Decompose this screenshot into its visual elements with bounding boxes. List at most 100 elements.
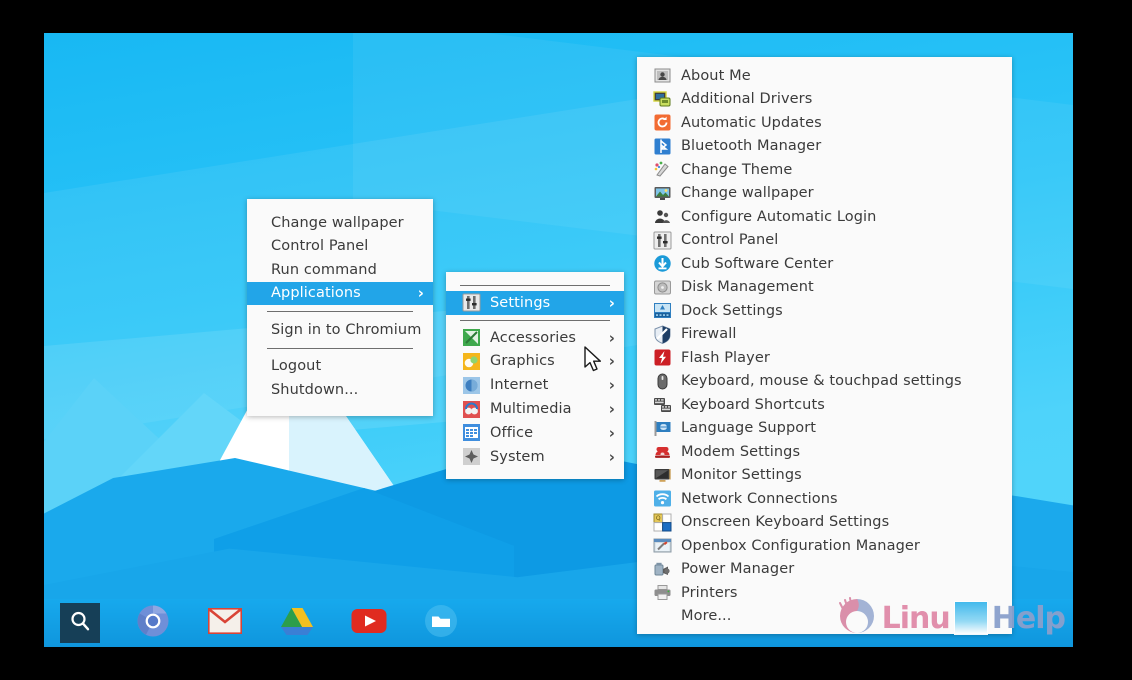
power-manager-icon [653, 560, 672, 579]
language-support-icon [653, 419, 672, 438]
menu-item-modem-settings[interactable]: Modem Settings [637, 440, 1012, 464]
settings-submenu[interactable]: About Me Additional Drivers Automatic Up… [637, 57, 1012, 634]
menu-item-logout[interactable]: Logout [247, 355, 433, 379]
firewall-shield-icon [653, 325, 672, 344]
menu-item-disk-management[interactable]: Disk Management [637, 276, 1012, 300]
onscreen-keyboard-icon: Q [653, 513, 672, 532]
change-theme-icon [653, 160, 672, 179]
openbox-root-menu[interactable]: Change wallpaper Control Panel Run comma… [247, 199, 433, 416]
menu-item-label: Power Manager [681, 561, 795, 578]
chromium-icon [136, 604, 170, 642]
menu-item-onscreen-keyboard-settings[interactable]: Q Onscreen Keyboard Settings [637, 511, 1012, 535]
menu-item-openbox-configuration-manager[interactable]: Openbox Configuration Manager [637, 534, 1012, 558]
bluetooth-icon [653, 137, 672, 156]
watermark-text-primary: Linu [881, 600, 951, 636]
modem-icon [653, 442, 672, 461]
menu-item-label: Language Support [681, 420, 817, 437]
menu-item-label: Control Panel [271, 238, 369, 255]
menu-item-multimedia[interactable]: Multimedia › [446, 397, 624, 421]
menu-item-label: Office [490, 424, 534, 441]
menu-item-cub-software-center[interactable]: Cub Software Center [637, 252, 1012, 276]
menu-item-label: Firewall [681, 326, 737, 343]
control-panel-icon [653, 231, 672, 250]
menu-item-system[interactable]: System › [446, 445, 624, 469]
graphics-icon [462, 352, 481, 371]
menu-item-label: Settings [490, 294, 551, 311]
automatic-login-icon [653, 207, 672, 226]
menu-item-firewall[interactable]: Firewall [637, 323, 1012, 347]
youtube-icon [351, 608, 387, 638]
menu-item-label: Shutdown... [271, 381, 359, 398]
internet-icon [462, 376, 481, 395]
automatic-updates-icon [653, 113, 672, 132]
gmail-icon [208, 608, 243, 638]
menu-separator [460, 319, 610, 321]
menu-item-label: Openbox Configuration Manager [681, 537, 920, 554]
menu-item-change-wallpaper[interactable]: Change wallpaper [247, 211, 433, 235]
svg-text:Q: Q [656, 515, 661, 522]
menu-item-network-connections[interactable]: Network Connections [637, 487, 1012, 511]
menu-item-applications[interactable]: Applications › [247, 281, 433, 305]
menu-item-power-manager[interactable]: Power Manager [637, 558, 1012, 582]
menu-item-office[interactable]: Office › [446, 421, 624, 445]
menu-item-language-support[interactable]: Language Support [637, 417, 1012, 441]
menu-item-label: Configure Automatic Login [681, 208, 877, 225]
watermark-text-secondary: Help [991, 600, 1066, 636]
linuxhelp-logo-icon [836, 595, 878, 641]
menu-item-shutdown[interactable]: Shutdown... [247, 378, 433, 402]
menu-item-configure-automatic-login[interactable]: Configure Automatic Login [637, 205, 1012, 229]
change-wallpaper-icon [653, 184, 672, 203]
menu-item-additional-drivers[interactable]: Additional Drivers [637, 88, 1012, 112]
menu-item-control-panel[interactable]: Control Panel [247, 235, 433, 259]
menu-item-bluetooth-manager[interactable]: Bluetooth Manager [637, 135, 1012, 159]
chevron-right-icon: › [608, 447, 615, 466]
menu-item-label: Change wallpaper [681, 185, 814, 202]
menu-item-label: Change Theme [681, 161, 793, 178]
chevron-right-icon: › [417, 284, 424, 303]
chevron-right-icon: › [608, 376, 615, 395]
dock-item-file-manager[interactable] [422, 604, 460, 642]
office-icon [462, 423, 481, 442]
accessories-icon [462, 328, 481, 347]
menu-item-label: Monitor Settings [681, 467, 802, 484]
keyboard-shortcuts-icon [653, 395, 672, 414]
menu-item-change-wallpaper[interactable]: Change wallpaper [637, 182, 1012, 206]
search-icon [68, 609, 92, 637]
menu-item-about-me[interactable]: About Me [637, 64, 1012, 88]
dock-item-google-drive[interactable] [278, 604, 316, 642]
menu-separator [267, 347, 413, 349]
flash-player-icon [653, 348, 672, 367]
menu-item-flash-player[interactable]: Flash Player [637, 346, 1012, 370]
menu-item-run-command[interactable]: Run command [247, 258, 433, 282]
menu-item-label: Bluetooth Manager [681, 138, 822, 155]
menu-item-sign-in-to-chromium[interactable]: Sign in to Chromium [247, 318, 433, 342]
dock-item-search[interactable] [60, 603, 100, 643]
menu-item-label: Network Connections [681, 490, 838, 507]
menu-item-label: Sign in to Chromium [271, 321, 422, 338]
chevron-right-icon: › [608, 328, 615, 347]
dock-item-chromium[interactable] [134, 604, 172, 642]
menu-item-label: Automatic Updates [681, 114, 822, 131]
linuxhelp-watermark: Linu Help [836, 595, 1066, 641]
menu-item-label: Flash Player [681, 349, 770, 366]
menu-item-control-panel[interactable]: Control Panel [637, 229, 1012, 253]
dock-item-youtube[interactable] [350, 604, 388, 642]
menu-item-dock-settings[interactable]: Dock Settings [637, 299, 1012, 323]
menu-item-monitor-settings[interactable]: Monitor Settings [637, 464, 1012, 488]
menu-item-settings[interactable]: Settings › [446, 291, 624, 315]
dock-item-gmail[interactable] [206, 604, 244, 642]
system-icon [462, 447, 481, 466]
menu-item-keyboard-shortcuts[interactable]: Keyboard Shortcuts [637, 393, 1012, 417]
menu-item-label: Dock Settings [681, 302, 783, 319]
menu-item-automatic-updates[interactable]: Automatic Updates [637, 111, 1012, 135]
menu-item-keyboard-mouse-touchpad-settings[interactable]: Keyboard, mouse & touchpad settings [637, 370, 1012, 394]
chevron-right-icon: › [608, 400, 615, 419]
menu-item-label: Modem Settings [681, 443, 801, 460]
menu-item-label: Cub Software Center [681, 255, 834, 272]
menu-item-label: System [490, 448, 545, 465]
monitor-icon [653, 466, 672, 485]
menu-item-change-theme[interactable]: Change Theme [637, 158, 1012, 182]
settings-sliders-icon [462, 293, 481, 312]
dock-settings-icon [653, 301, 672, 320]
chevron-right-icon: › [608, 352, 615, 371]
